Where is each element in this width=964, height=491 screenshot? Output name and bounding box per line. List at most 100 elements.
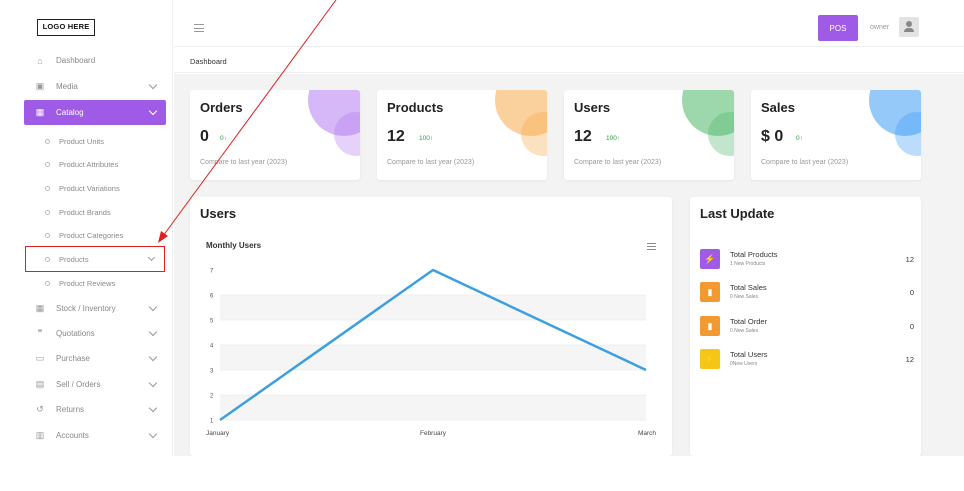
bar-chart-icon: ▮ [700,316,720,336]
y-tick-label: 6 [210,294,214,300]
chevron-down-icon [148,80,158,90]
stat-delta: 0↑ [220,135,227,142]
sidebar-subitem-product-variations[interactable]: Product Variations [24,177,166,199]
chevron-down-icon [148,403,158,413]
sidebar-item-quotations[interactable]: ❞ Quotations [24,321,166,346]
y-tick-label: 7 [210,269,214,275]
sidebar-item-label: Quotations [56,329,95,338]
sidebar-item-label: Returns [56,405,85,414]
last-update-row: ▮ Total Order 0 New Sales 0 [700,316,914,342]
undo-icon: ↺ [36,404,44,414]
sidebar-subitem-product-reviews[interactable]: Product Reviews [24,272,166,294]
chevron-down-icon [148,378,158,388]
x-tick-label: March [638,430,656,437]
boxes-icon: ▦ [35,303,45,313]
stat-card-orders: Orders 0 0↑ Compare to last year (2023) [190,90,360,180]
row-value: 0 [909,322,914,331]
sidebar-item-returns[interactable]: ↺ Returns [24,397,166,422]
stat-delta: 100↑ [419,135,434,142]
sidebar-item-dashboard[interactable]: ⌂ Dashboard [24,48,166,73]
boxes-icon: ▦ [35,107,45,117]
grid-band [220,270,646,295]
stat-compare: Compare to last year (2023) [200,159,288,166]
pos-button[interactable]: POS [818,15,858,41]
stat-value: 12 [387,128,405,145]
stat-compare: Compare to last year (2023) [761,159,849,166]
users-panel: Users Monthly Users 1 2 3 4 5 6 7 January Februa… [190,197,672,456]
stat-card-users: Users 12 100↑ Compare to last year (2023… [564,90,734,180]
circle-icon [45,161,50,167]
sidebar-item-stock-inventory[interactable]: ▦ Stock / Inventory [24,296,166,321]
grid-band [220,345,646,370]
row-value: 0 [909,288,914,297]
sidebar: LOGO HERE ⌂ Dashboard ▣ Media ▦ Catalog … [0,0,173,456]
row-value: 12 [905,255,914,264]
quote-icon: ❞ [37,328,43,338]
row-sub: 0 New Sales [730,328,759,334]
y-tick-label: 1 [210,419,214,425]
y-tick-label: 4 [210,344,214,350]
last-update-row: ⚡ Total Products 1 New Products 12 [700,249,914,275]
stat-value: 0 [200,128,209,145]
sidebar-subitem-label: Product Brands [59,207,111,217]
stat-title: Orders [200,100,243,115]
row-sub: 0 New Sales [730,294,759,300]
main-content: Orders 0 0↑ Compare to last year (2023) … [174,74,964,456]
sidebar-subitem-label: Product Categories [59,230,124,240]
sidebar-subitem-label: Product Attributes [59,159,119,169]
image-icon: ▣ [35,81,45,91]
row-sub: 0New Users [730,361,758,367]
sidebar-item-accounts[interactable]: ▥ Accounts [24,423,166,448]
bolt-icon: ⚡ [700,349,720,369]
sidebar-subitem-product-categories[interactable]: Product Categories [24,224,166,246]
stat-card-sales: Sales $ 0 0↑ Compare to last year (2023) [751,90,921,180]
stat-title: Users [574,100,611,115]
sidebar-item-purchase[interactable]: ▭ Purchase [24,346,166,371]
stat-compare: Compare to last year (2023) [574,159,662,166]
row-value: 12 [905,355,914,364]
chevron-down-icon [148,429,158,439]
clipboard-icon: ▤ [35,379,45,389]
circle-icon [45,185,50,191]
sidebar-subitem-product-brands[interactable]: Product Brands [24,201,166,223]
y-tick-label: 2 [210,394,214,400]
sidebar-item-label: Catalog [56,108,84,117]
document-icon: ▥ [35,430,45,440]
sidebar-item-label: Media [56,82,78,91]
stat-title: Sales [761,100,795,115]
circle-icon [45,280,50,286]
stat-title: Products [387,100,444,115]
breadcrumb-current: Dashboard [190,57,227,66]
stat-delta: 0↑ [796,135,803,142]
grid-band [220,395,646,420]
sidebar-item-media[interactable]: ▣ Media [24,74,166,99]
user-avatar-icon[interactable] [899,17,919,37]
sidebar-item-label: Dashboard [56,56,96,65]
card-icon: ▭ [35,353,45,363]
panel-title: Last Update [700,206,775,221]
chevron-down-icon [148,327,158,337]
line-chart: 1 2 3 4 5 6 7 January February March [206,269,656,438]
annotation-highlight-box [25,246,165,272]
circle-icon [45,209,50,215]
stat-delta: 100↑ [606,135,621,142]
circle-icon [45,232,50,238]
y-tick-label: 5 [210,319,214,325]
sidebar-subitem-product-attributes[interactable]: Product Attributes [24,153,166,175]
x-tick-label: February [420,430,447,437]
sidebar-item-sell-orders[interactable]: ▤ Sell / Orders [24,372,166,397]
row-name: Total Users [730,350,768,359]
x-tick-label: January [206,430,230,437]
last-update-row: ▮ Total Sales 0 New Sales 0 [700,282,914,308]
user-name[interactable]: owner [870,24,889,31]
last-update-row: ⚡ Total Users 0New Users 12 [700,349,914,375]
chevron-down-icon [148,106,158,116]
stat-card-products: Products 12 100↑ Compare to last year (2… [377,90,547,180]
hamburger-menu-icon[interactable] [194,24,204,35]
sidebar-item-catalog[interactable]: ▦ Catalog [24,100,166,125]
sidebar-subitem-product-units[interactable]: Product Units [24,130,166,152]
stat-value: $ 0 [761,128,784,145]
stat-compare: Compare to last year (2023) [387,159,475,166]
sidebar-subitem-label: Product Variations [59,183,120,193]
logo[interactable]: LOGO HERE [37,19,95,36]
